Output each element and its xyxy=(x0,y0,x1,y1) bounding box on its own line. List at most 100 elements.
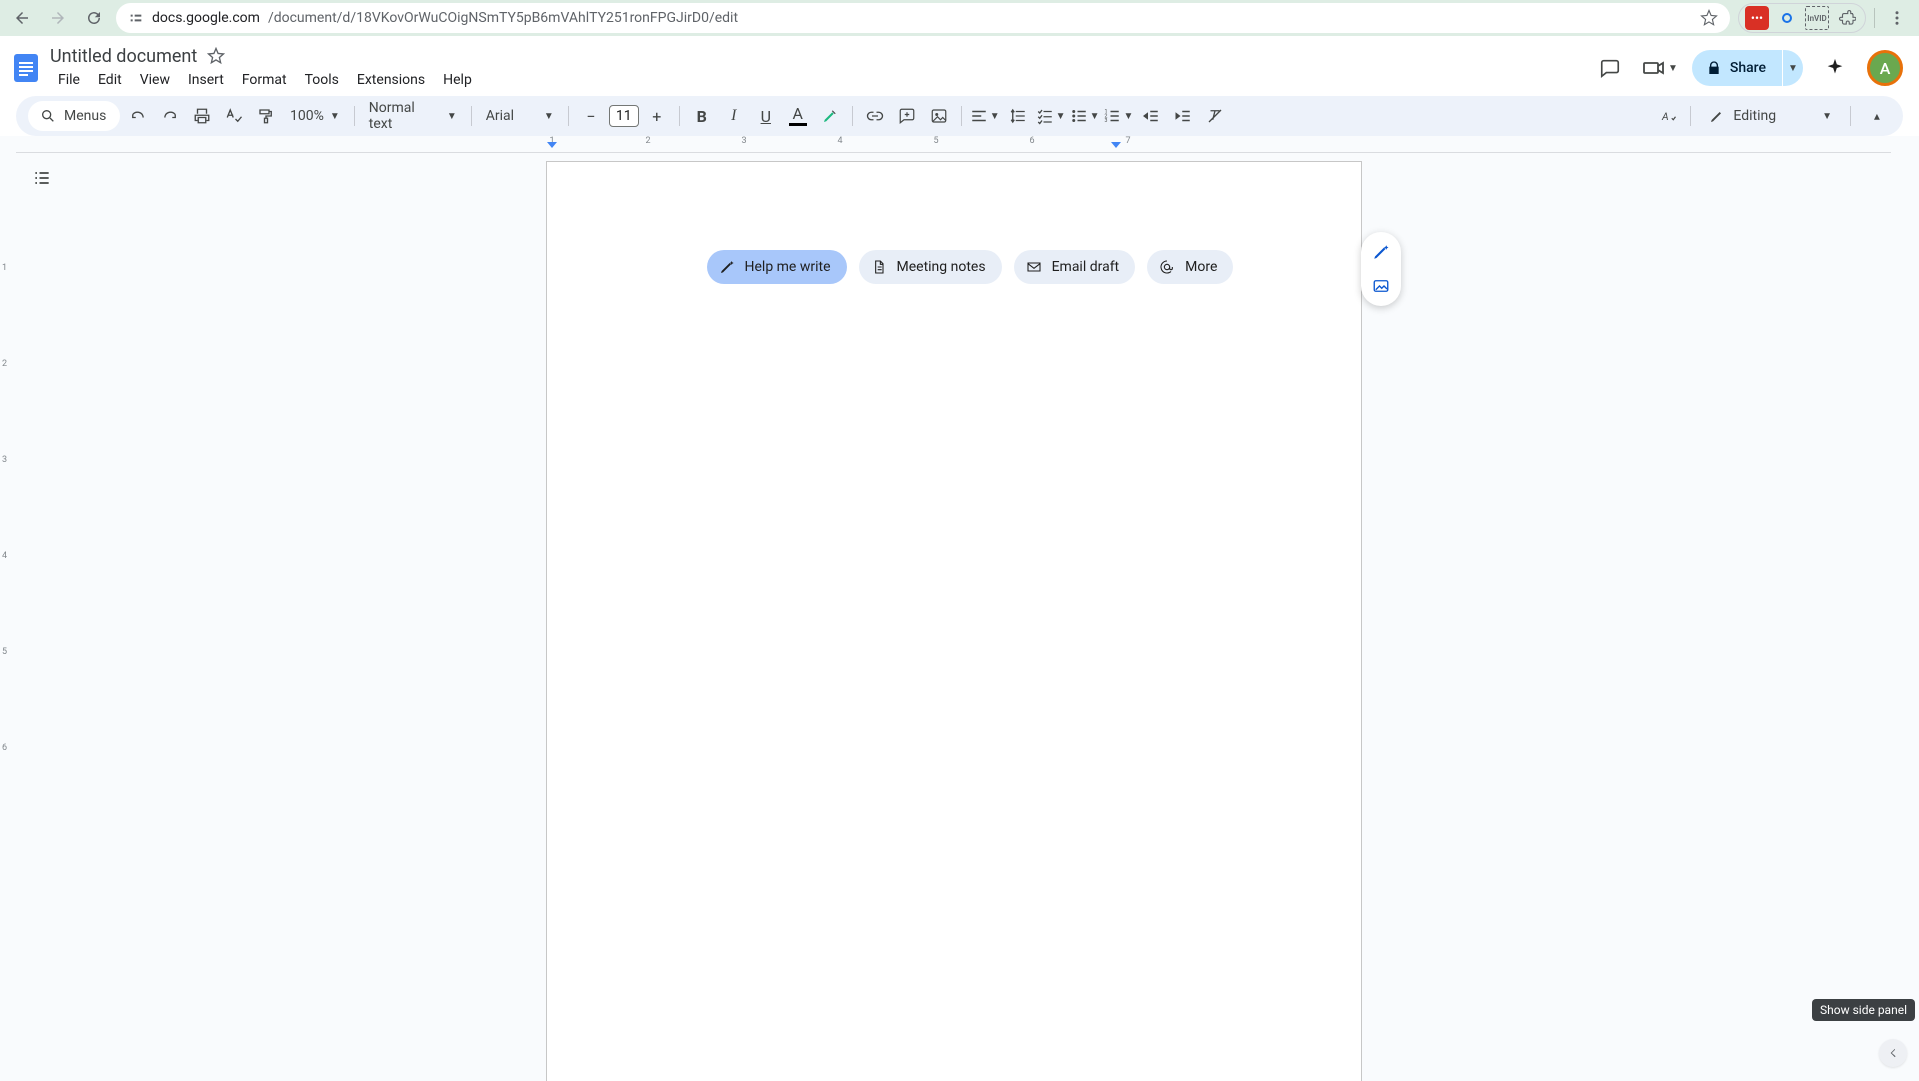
menu-edit[interactable]: Edit xyxy=(90,70,130,94)
font-size-input[interactable] xyxy=(609,105,639,127)
font-size-decrease-button[interactable]: − xyxy=(577,102,605,130)
browser-menu-button[interactable] xyxy=(1883,4,1911,32)
line-spacing-button[interactable] xyxy=(1004,102,1032,130)
paragraph-style-select[interactable]: Normal text ▼ xyxy=(363,100,463,132)
ruler-v-label: 6 xyxy=(2,743,7,753)
bold-button[interactable]: B xyxy=(688,102,716,130)
show-side-panel-button[interactable] xyxy=(1879,1039,1907,1067)
indent-marker[interactable] xyxy=(1111,142,1121,148)
paint-format-button[interactable] xyxy=(252,102,280,130)
toolbar-search-label: Menus xyxy=(64,108,106,124)
insert-image-button[interactable] xyxy=(925,102,953,130)
browser-back-button[interactable] xyxy=(8,4,36,32)
print-button[interactable] xyxy=(188,102,216,130)
italic-button[interactable]: I xyxy=(720,102,748,130)
extension-icon-1[interactable]: ••• xyxy=(1745,6,1769,30)
insert-link-button[interactable] xyxy=(861,102,889,130)
input-tools-button[interactable]: A xyxy=(1654,102,1682,130)
account-avatar[interactable]: A xyxy=(1867,50,1903,86)
image-sparkle-icon xyxy=(1372,277,1390,295)
share-caret-button[interactable]: ▼ xyxy=(1783,50,1803,86)
checklist-button[interactable]: ▼ xyxy=(1036,102,1066,130)
gemini-button[interactable] xyxy=(1817,50,1853,86)
menu-file[interactable]: File xyxy=(50,70,88,94)
arrow-left-icon xyxy=(13,9,31,27)
comment-icon xyxy=(1599,57,1621,79)
ruler-v-label: 3 xyxy=(2,455,7,465)
site-settings-icon xyxy=(128,10,144,26)
collapse-toolbar-button[interactable]: ▼ xyxy=(1863,102,1891,130)
toolbar-separator xyxy=(679,106,680,126)
menu-format[interactable]: Format xyxy=(234,70,295,94)
insert-comment-button[interactable] xyxy=(893,102,921,130)
vertical-ruler[interactable]: 123456 xyxy=(0,152,16,1081)
extension-icon-3[interactable]: InVID xyxy=(1805,6,1829,30)
zoom-select[interactable]: 100%▼ xyxy=(284,108,346,124)
ruler-h-label: 6 xyxy=(1029,136,1034,146)
ai-chip-row: Help me write Meeting notes Email draft … xyxy=(707,250,1234,284)
image-icon xyxy=(930,107,948,125)
horizontal-ruler[interactable]: 1234567 xyxy=(16,136,1891,152)
star-button[interactable] xyxy=(207,47,225,65)
indent-increase-button[interactable] xyxy=(1169,102,1197,130)
font-size-increase-button[interactable]: + xyxy=(643,102,671,130)
document-canvas[interactable]: Help me write Meeting notes Email draft … xyxy=(16,152,1891,1081)
menu-tools[interactable]: Tools xyxy=(297,70,347,94)
align-button[interactable]: ▼ xyxy=(970,102,1000,130)
menu-view[interactable]: View xyxy=(132,70,178,94)
menu-insert[interactable]: Insert xyxy=(180,70,232,94)
toolbar-search-menus[interactable]: Menus xyxy=(28,101,120,131)
font-select[interactable]: Arial ▼ xyxy=(480,108,560,124)
chip-email-draft[interactable]: Email draft xyxy=(1014,250,1136,284)
extension-icon-2[interactable] xyxy=(1775,6,1799,30)
link-icon xyxy=(866,107,884,125)
indent-decrease-button[interactable] xyxy=(1137,102,1165,130)
comment-history-button[interactable] xyxy=(1592,50,1628,86)
undo-button[interactable] xyxy=(124,102,152,130)
ai-write-button[interactable] xyxy=(1367,238,1395,266)
chip-meeting-notes[interactable]: Meeting notes xyxy=(859,250,1002,284)
ruler-v-label: 4 xyxy=(2,551,7,561)
spellcheck-button[interactable] xyxy=(220,102,248,130)
input-tools-icon: A xyxy=(1659,107,1677,125)
share-button-group: Share ▼ xyxy=(1692,50,1803,86)
redo-button[interactable] xyxy=(156,102,184,130)
paint-roller-icon xyxy=(257,107,275,125)
chip-more[interactable]: More xyxy=(1147,250,1233,284)
sparkle-icon xyxy=(1824,57,1846,79)
docs-logo[interactable] xyxy=(6,48,46,88)
browser-reload-button[interactable] xyxy=(80,4,108,32)
numbered-list-button[interactable]: 123▼ xyxy=(1103,102,1133,130)
ai-image-button[interactable] xyxy=(1367,272,1395,300)
at-icon xyxy=(1159,259,1175,275)
zoom-value: 100% xyxy=(290,108,324,124)
highlight-button[interactable] xyxy=(816,102,844,130)
clear-formatting-button[interactable] xyxy=(1201,102,1229,130)
menu-help[interactable]: Help xyxy=(435,70,480,94)
bookmark-star-icon[interactable] xyxy=(1700,9,1718,27)
chip-help-me-write[interactable]: Help me write xyxy=(707,250,847,284)
browser-url-bar[interactable]: docs.google.com/document/d/18VKovOrWuCOi… xyxy=(116,3,1730,33)
style-value: Normal text xyxy=(369,100,435,132)
text-color-button[interactable]: A xyxy=(784,102,812,130)
docs-header: Untitled document File Edit View Insert … xyxy=(0,36,1919,96)
bulleted-list-icon xyxy=(1070,107,1088,125)
arrow-right-icon xyxy=(49,9,67,27)
menu-extensions[interactable]: Extensions xyxy=(349,70,433,94)
browser-forward-button[interactable] xyxy=(44,4,72,32)
extensions-menu-icon[interactable] xyxy=(1835,6,1859,30)
bulleted-list-button[interactable]: ▼ xyxy=(1070,102,1100,130)
indent-increase-icon xyxy=(1174,107,1192,125)
extensions-group: ••• InVID xyxy=(1738,3,1866,33)
indent-marker[interactable] xyxy=(547,142,557,148)
underline-button[interactable]: U xyxy=(752,102,780,130)
ruler-h-label: 4 xyxy=(837,136,842,146)
editing-mode-button[interactable]: Editing ▼ xyxy=(1699,101,1842,131)
search-icon xyxy=(40,108,56,124)
document-page[interactable]: Help me write Meeting notes Email draft … xyxy=(546,161,1362,1081)
share-button[interactable]: Share xyxy=(1692,50,1782,86)
ruler-h-label: 2 xyxy=(645,136,650,146)
meet-button[interactable]: ▼ xyxy=(1642,56,1678,80)
document-title[interactable]: Untitled document xyxy=(50,46,197,67)
chip-meeting-label: Meeting notes xyxy=(897,259,986,275)
